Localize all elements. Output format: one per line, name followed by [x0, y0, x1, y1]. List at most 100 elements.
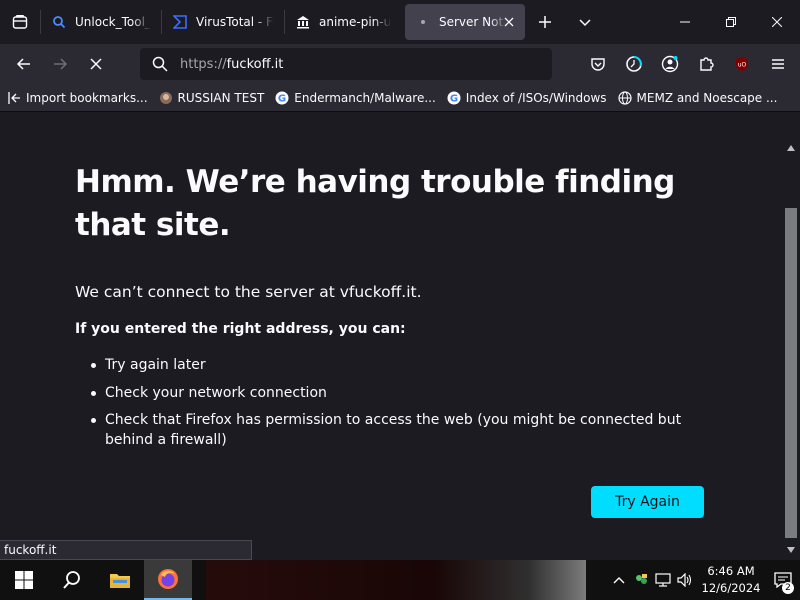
download-progress-button[interactable] — [616, 48, 652, 80]
plus-icon — [539, 16, 551, 28]
url-scheme: https:// — [180, 56, 227, 72]
bookmarks-toolbar: Import bookmarks... RUSSIAN TEST G Ender… — [0, 84, 800, 112]
menu-button[interactable] — [760, 48, 796, 80]
clock[interactable]: 6:46 AM 12/6/2024 — [696, 563, 766, 597]
search-icon — [51, 14, 67, 30]
tab-virustotal[interactable]: VirusTotal - File — [162, 4, 284, 40]
stop-icon — [90, 58, 102, 70]
restore-icon — [726, 17, 736, 27]
list-item: Check that Firefox has permission to acc… — [90, 410, 720, 450]
tab-close-button[interactable] — [501, 14, 517, 30]
tab-strip: Unlock_Tool_v2 VirusTotal - File anime-p… — [0, 0, 800, 44]
window-controls — [662, 0, 800, 44]
firefox-view-button[interactable] — [0, 0, 40, 44]
pocket-button[interactable] — [580, 48, 616, 80]
minimize-button[interactable] — [662, 0, 708, 44]
caret-up-icon — [787, 145, 795, 151]
arrow-left-icon — [16, 58, 30, 70]
network-icon — [655, 573, 671, 587]
firefox-taskbar-button[interactable] — [144, 560, 192, 600]
bookmark-label: Import bookmarks... — [26, 90, 148, 105]
windows-logo-icon — [15, 571, 33, 589]
bookmark-russian-test[interactable]: RUSSIAN TEST — [158, 90, 265, 106]
system-tray: 6:46 AM 12/6/2024 2 — [608, 560, 800, 600]
chevron-up-icon — [613, 577, 625, 584]
restore-button[interactable] — [708, 0, 754, 44]
tab-label: Unlock_Tool_v2 — [75, 15, 151, 29]
toolbar-right: uO — [580, 48, 796, 80]
clock-time: 6:46 AM — [707, 564, 755, 578]
close-window-button[interactable] — [754, 0, 800, 44]
tab-label: VirusTotal - File — [196, 15, 274, 29]
bookmark-import[interactable]: Import bookmarks... — [6, 90, 148, 106]
new-tab-button[interactable] — [525, 0, 565, 44]
list-all-tabs-button[interactable] — [565, 0, 605, 44]
google-icon: G — [274, 90, 290, 106]
ublock-origin-button[interactable]: uO — [724, 48, 760, 80]
speaker-icon — [677, 573, 692, 587]
tab-label: Server Not Found — [439, 15, 507, 29]
firefox-icon — [158, 569, 178, 589]
bookmark-label: Index of /ISOs/Windows — [465, 90, 607, 105]
taskbar-search-button[interactable] — [48, 560, 96, 600]
scrollbar-thumb[interactable] — [785, 208, 797, 538]
import-icon — [6, 90, 22, 106]
ublock-shield-icon: uO — [736, 57, 748, 71]
account-button[interactable] — [652, 48, 688, 80]
chevron-down-icon — [579, 19, 591, 27]
close-icon — [504, 17, 514, 27]
close-icon — [772, 17, 782, 27]
url-bar[interactable]: https://fuckoff.it — [140, 48, 552, 80]
show-hidden-icons-button[interactable] — [608, 560, 630, 600]
list-item: Try again later — [90, 355, 720, 375]
minimize-icon — [680, 21, 690, 23]
arrow-right-icon — [54, 58, 68, 70]
svg-text:uO: uO — [738, 62, 747, 69]
action-center-button[interactable]: 2 — [766, 560, 800, 600]
taskbar: 6:46 AM 12/6/2024 2 — [0, 560, 800, 600]
dot-icon — [415, 14, 431, 30]
hamburger-menu-icon — [772, 59, 784, 69]
tab-unlock-tool[interactable]: Unlock_Tool_v2 — [41, 4, 161, 40]
progress-ring-icon — [626, 56, 642, 72]
error-title: Hmm. We’re having trouble finding that s… — [75, 164, 675, 243]
forward-button[interactable] — [42, 48, 78, 80]
bookmark-label: Endermanch/Malware... — [294, 90, 436, 105]
desktop-wallpaper-strip — [206, 560, 586, 600]
search-icon — [63, 571, 80, 589]
tab-anime-pin-up[interactable]: anime-pin-up — [285, 4, 401, 40]
try-again-button[interactable]: Try Again — [591, 486, 704, 518]
url-text[interactable]: https://fuckoff.it — [180, 57, 283, 72]
account-icon — [661, 55, 679, 73]
network-button[interactable] — [652, 560, 674, 600]
scroll-down-arrow[interactable] — [786, 545, 796, 555]
virustotal-icon — [172, 14, 188, 30]
firefox-view-icon — [12, 15, 28, 29]
svg-text:G: G — [278, 93, 286, 104]
bookmark-endermanch[interactable]: G Endermanch/Malware... — [274, 90, 436, 106]
suggestion-list: Try again later Check your network conne… — [90, 355, 720, 458]
bookmark-label: MEMZ and Noescape ... — [636, 90, 778, 105]
volume-button[interactable] — [674, 560, 696, 600]
pocket-icon — [591, 58, 605, 71]
start-button[interactable] — [0, 560, 48, 600]
navigation-toolbar: https://fuckoff.it uO — [0, 44, 800, 84]
stop-button[interactable] — [78, 48, 114, 80]
file-explorer-button[interactable] — [96, 560, 144, 600]
scroll-up-arrow[interactable] — [786, 143, 796, 153]
puzzle-icon — [700, 57, 714, 71]
tray-app-button[interactable] — [630, 560, 652, 600]
scrollbar[interactable] — [782, 113, 800, 560]
bookmark-memz[interactable]: MEMZ and Noescape ... — [617, 90, 778, 106]
tab-server-not-found[interactable]: Server Not Found — [405, 4, 525, 40]
extensions-button[interactable] — [688, 48, 724, 80]
list-item: Check your network connection — [90, 383, 720, 403]
bookmark-isos-windows[interactable]: G Index of /ISOs/Windows — [446, 90, 607, 106]
folder-icon — [110, 574, 130, 588]
svg-text:G: G — [450, 93, 458, 104]
back-button[interactable] — [6, 48, 42, 80]
bookmark-label: RUSSIAN TEST — [177, 90, 265, 105]
notification-count-badge: 2 — [782, 582, 794, 594]
caret-down-icon — [787, 547, 795, 553]
people-icon — [636, 574, 647, 584]
